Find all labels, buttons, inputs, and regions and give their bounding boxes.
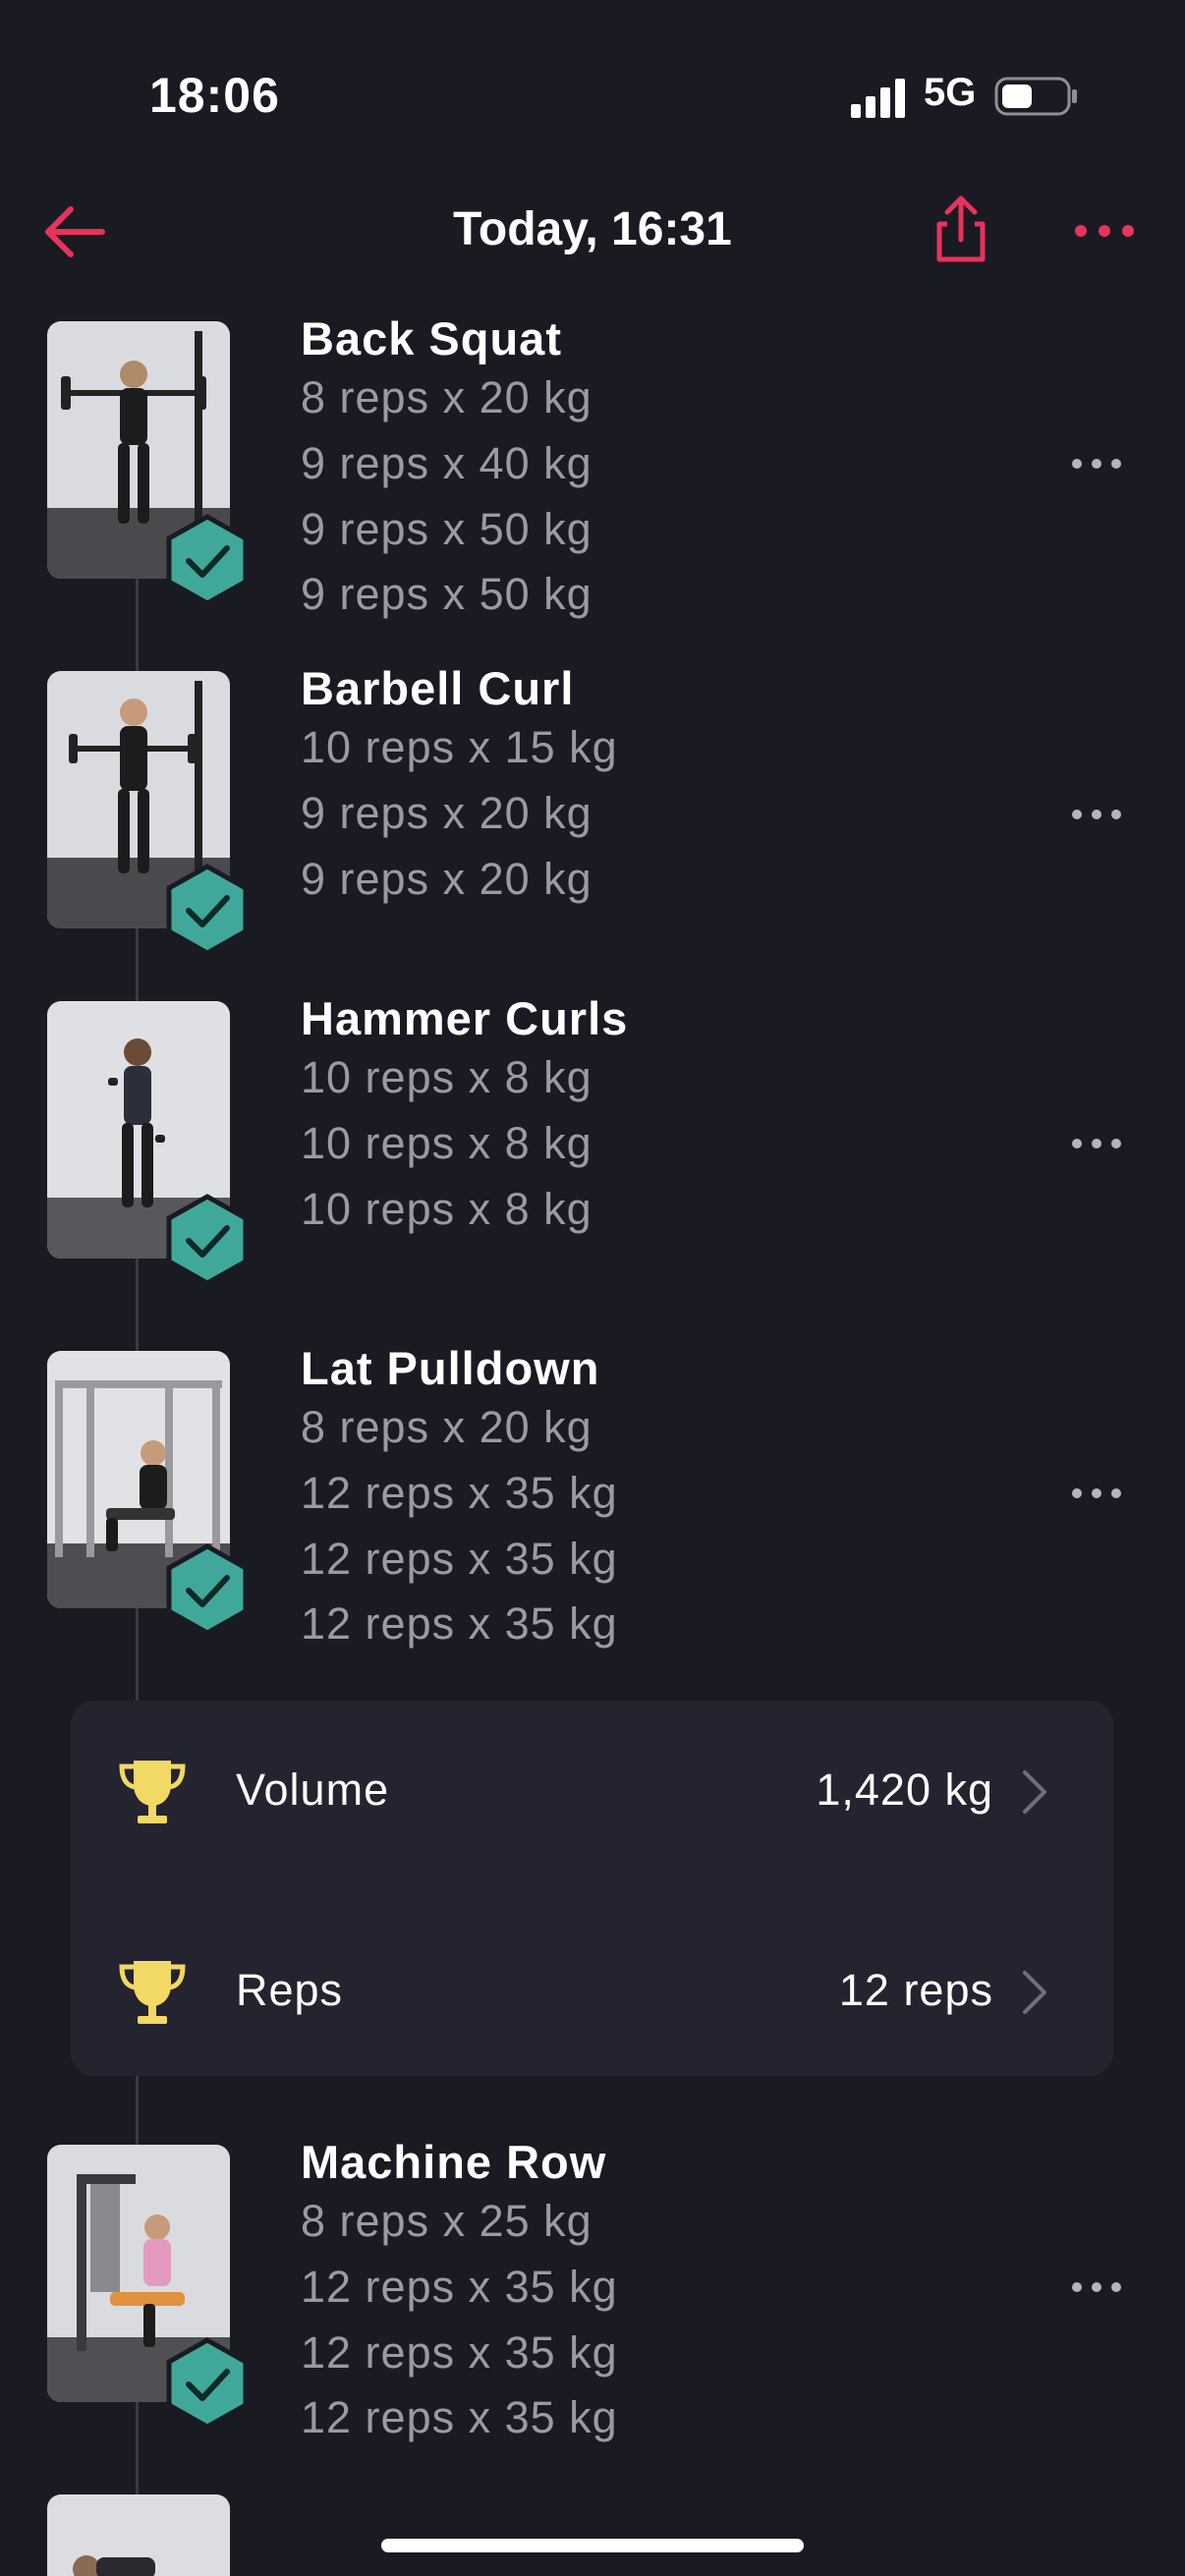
exercise-more-icon[interactable] — [1069, 453, 1124, 475]
battery-icon — [994, 77, 1077, 116]
record-row-reps[interactable]: Reps 12 reps — [71, 1932, 1113, 2049]
record-value: 12 reps — [838, 1965, 993, 2015]
page-title: Today, 16:31 — [453, 203, 732, 255]
exercise-name: Lat Pulldown — [301, 1342, 600, 1394]
record-value: 1,420 kg — [816, 1764, 993, 1815]
set-line: 12 reps x 35 kg — [301, 2262, 618, 2312]
exercise-name: Back Squat — [301, 312, 562, 364]
set-line: 8 reps x 25 kg — [301, 2196, 592, 2246]
chevron-right-icon — [1023, 1770, 1046, 1814]
set-line: 9 reps x 20 kg — [301, 788, 592, 838]
timeline-line — [136, 2076, 139, 2145]
exercise-card[interactable]: Barbell Curl 10 reps x 15 kg 9 reps x 20… — [0, 662, 1185, 966]
record-label: Reps — [236, 1965, 344, 2015]
set-line: 9 reps x 50 kg — [301, 569, 592, 619]
exercise-thumbnail — [47, 2494, 230, 2576]
check-badge-icon — [166, 864, 249, 956]
chevron-right-icon — [1023, 1971, 1046, 2014]
share-icon[interactable] — [926, 195, 996, 265]
trophy-icon — [119, 1761, 186, 1823]
exercise-more-icon[interactable] — [1069, 2276, 1124, 2298]
set-line: 10 reps x 15 kg — [301, 722, 618, 772]
check-badge-icon — [166, 514, 249, 606]
exercise-card[interactable]: Back Squat 8 reps x 20 kg 9 reps x 40 kg… — [0, 312, 1185, 636]
more-options-icon[interactable] — [1071, 206, 1138, 255]
exercise-more-icon[interactable] — [1069, 1133, 1124, 1154]
exercise-card[interactable]: Machine Row 8 reps x 25 kg 12 reps x 35 … — [0, 2136, 1185, 2459]
record-label: Volume — [236, 1764, 390, 1815]
trophy-icon — [119, 1961, 186, 2024]
exercise-card[interactable]: Lat Pulldown 8 reps x 20 kg 12 reps x 35… — [0, 1342, 1185, 1665]
set-line: 12 reps x 35 kg — [301, 1468, 618, 1518]
exercise-more-icon[interactable] — [1069, 1483, 1124, 1504]
set-line: 12 reps x 35 kg — [301, 1534, 618, 1584]
set-line: 10 reps x 8 kg — [301, 1184, 592, 1234]
exercise-name: Barbell Curl — [301, 662, 575, 714]
exercise-name: Hammer Curls — [301, 992, 629, 1044]
check-badge-icon — [166, 1543, 249, 1636]
set-line: 9 reps x 20 kg — [301, 854, 592, 904]
set-line: 12 reps x 35 kg — [301, 2327, 618, 2378]
exercise-card[interactable]: Hammer Curls 10 reps x 8 kg 10 reps x 8 … — [0, 992, 1185, 1296]
status-time: 18:06 — [149, 68, 280, 123]
signal-icon — [851, 79, 905, 118]
personal-records-card: Volume 1,420 kg Reps 12 reps — [71, 1701, 1113, 2076]
exercise-card[interactable] — [0, 2494, 1185, 2576]
home-indicator[interactable] — [381, 2539, 804, 2552]
status-bar: 18:06 5G — [0, 0, 1185, 187]
exercise-name: Machine Row — [301, 2136, 607, 2188]
set-line: 9 reps x 40 kg — [301, 438, 592, 488]
network-label: 5G — [924, 71, 977, 114]
set-line: 9 reps x 50 kg — [301, 504, 592, 554]
check-badge-icon — [166, 1194, 249, 1286]
set-line: 8 reps x 20 kg — [301, 372, 592, 422]
record-row-volume[interactable]: Volume 1,420 kg — [71, 1731, 1113, 1849]
set-line: 12 reps x 35 kg — [301, 1598, 618, 1649]
exercise-more-icon[interactable] — [1069, 804, 1124, 825]
set-line: 10 reps x 8 kg — [301, 1118, 592, 1168]
set-line: 12 reps x 35 kg — [301, 2392, 618, 2442]
check-badge-icon — [166, 2337, 249, 2430]
set-line: 8 reps x 20 kg — [301, 1402, 592, 1452]
set-line: 10 reps x 8 kg — [301, 1052, 592, 1102]
